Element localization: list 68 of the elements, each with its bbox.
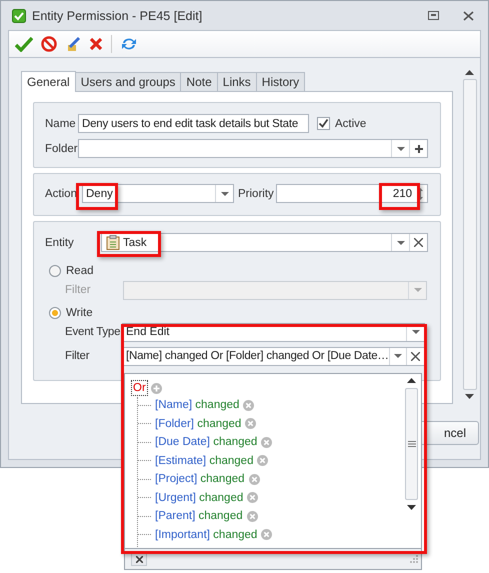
condition-node[interactable]: [Urgent] changed xyxy=(155,492,244,504)
tab[interactable]: History xyxy=(256,72,306,91)
resize-grip-icon[interactable] xyxy=(410,555,418,563)
clear-icon[interactable] xyxy=(411,352,420,360)
name-field[interactable]: Deny users to end edit task details but State xyxy=(78,114,309,133)
condition-node[interactable]: [Parent] changed xyxy=(155,510,243,522)
field-label: Priority xyxy=(238,188,275,200)
refresh-icon[interactable] xyxy=(120,36,138,52)
clear-icon[interactable] xyxy=(414,238,423,247)
highlight-box xyxy=(379,183,420,210)
condition-node[interactable]: [Due Date] changed xyxy=(155,436,258,448)
grip-icon[interactable] xyxy=(408,441,416,447)
add-icon[interactable] xyxy=(414,144,422,152)
radio-button[interactable] xyxy=(49,265,61,277)
condition-node[interactable]: [Important] changed xyxy=(155,528,258,541)
filter-dropdown[interactable]: [Name] changed Or [Folder] changed Or [Due Date… xyxy=(122,346,425,366)
field-value: Task xyxy=(122,236,147,248)
field-value: Deny xyxy=(85,188,113,200)
pencil-icon[interactable] xyxy=(65,36,81,52)
operator-node[interactable]: Or xyxy=(131,380,148,396)
scroll-down-icon[interactable] xyxy=(465,394,474,399)
caret-icon[interactable] xyxy=(220,192,228,196)
highlight-box xyxy=(76,183,118,210)
field-label: Filter xyxy=(65,350,90,362)
condition-node[interactable]: [Estimate] changed xyxy=(155,454,254,467)
checkbox[interactable] xyxy=(317,117,330,130)
field-value: End Edit xyxy=(125,326,170,338)
field-label: Name xyxy=(45,118,77,130)
checkmark-icon xyxy=(12,8,26,22)
action-dropdown[interactable]: Deny xyxy=(82,184,234,203)
radio-label: Write xyxy=(66,307,93,319)
window-title: Entity Permission - PE45 [Edit] xyxy=(32,8,202,22)
caret-icon[interactable] xyxy=(412,330,420,334)
caret-icon[interactable] xyxy=(396,240,404,244)
entity-dropdown[interactable]: Task xyxy=(101,233,428,252)
tab[interactable]: Links xyxy=(216,72,257,91)
field-label: Folder xyxy=(45,142,78,154)
close-icon[interactable] xyxy=(463,10,474,20)
scroll-down-icon[interactable] xyxy=(407,505,416,510)
close-icon[interactable] xyxy=(136,556,142,562)
field-label: Entity xyxy=(45,236,75,248)
condition-node[interactable]: [Folder] changed xyxy=(155,418,242,430)
clipboard-icon xyxy=(106,235,120,250)
tab[interactable]: Users and groups xyxy=(74,72,182,91)
radio-label: Read xyxy=(66,265,94,277)
condition-node[interactable]: [Project] changed xyxy=(155,473,245,486)
delete-icon[interactable] xyxy=(89,37,103,51)
condition-node[interactable]: [Name] changed xyxy=(155,399,240,412)
scroll-up-icon[interactable] xyxy=(407,378,416,383)
highlight-box xyxy=(97,231,161,257)
caret-icon[interactable] xyxy=(396,146,404,150)
prohibited-icon[interactable] xyxy=(41,36,57,52)
tab[interactable]: Note xyxy=(180,72,218,91)
scroll-up-icon[interactable] xyxy=(465,70,474,75)
field-label: Action xyxy=(45,188,78,200)
caret-icon[interactable] xyxy=(394,354,402,358)
field-value: 210 xyxy=(392,188,412,200)
checkbox-label: Active xyxy=(335,118,366,130)
spin-arrows-icon[interactable] xyxy=(418,188,423,200)
scroll-thumb[interactable] xyxy=(405,388,418,500)
restore-icon[interactable] xyxy=(428,11,439,20)
priority-spinbox[interactable]: 210 xyxy=(276,184,428,203)
field-label: Event Type xyxy=(65,326,122,338)
radio-button[interactable] xyxy=(49,307,61,319)
field-label: Filter xyxy=(65,284,92,296)
field-value: [Name] changed Or [Folder] changed Or [Due Date… xyxy=(125,350,389,362)
tab[interactable]: General xyxy=(21,71,76,92)
checkmark-icon[interactable] xyxy=(15,36,33,52)
